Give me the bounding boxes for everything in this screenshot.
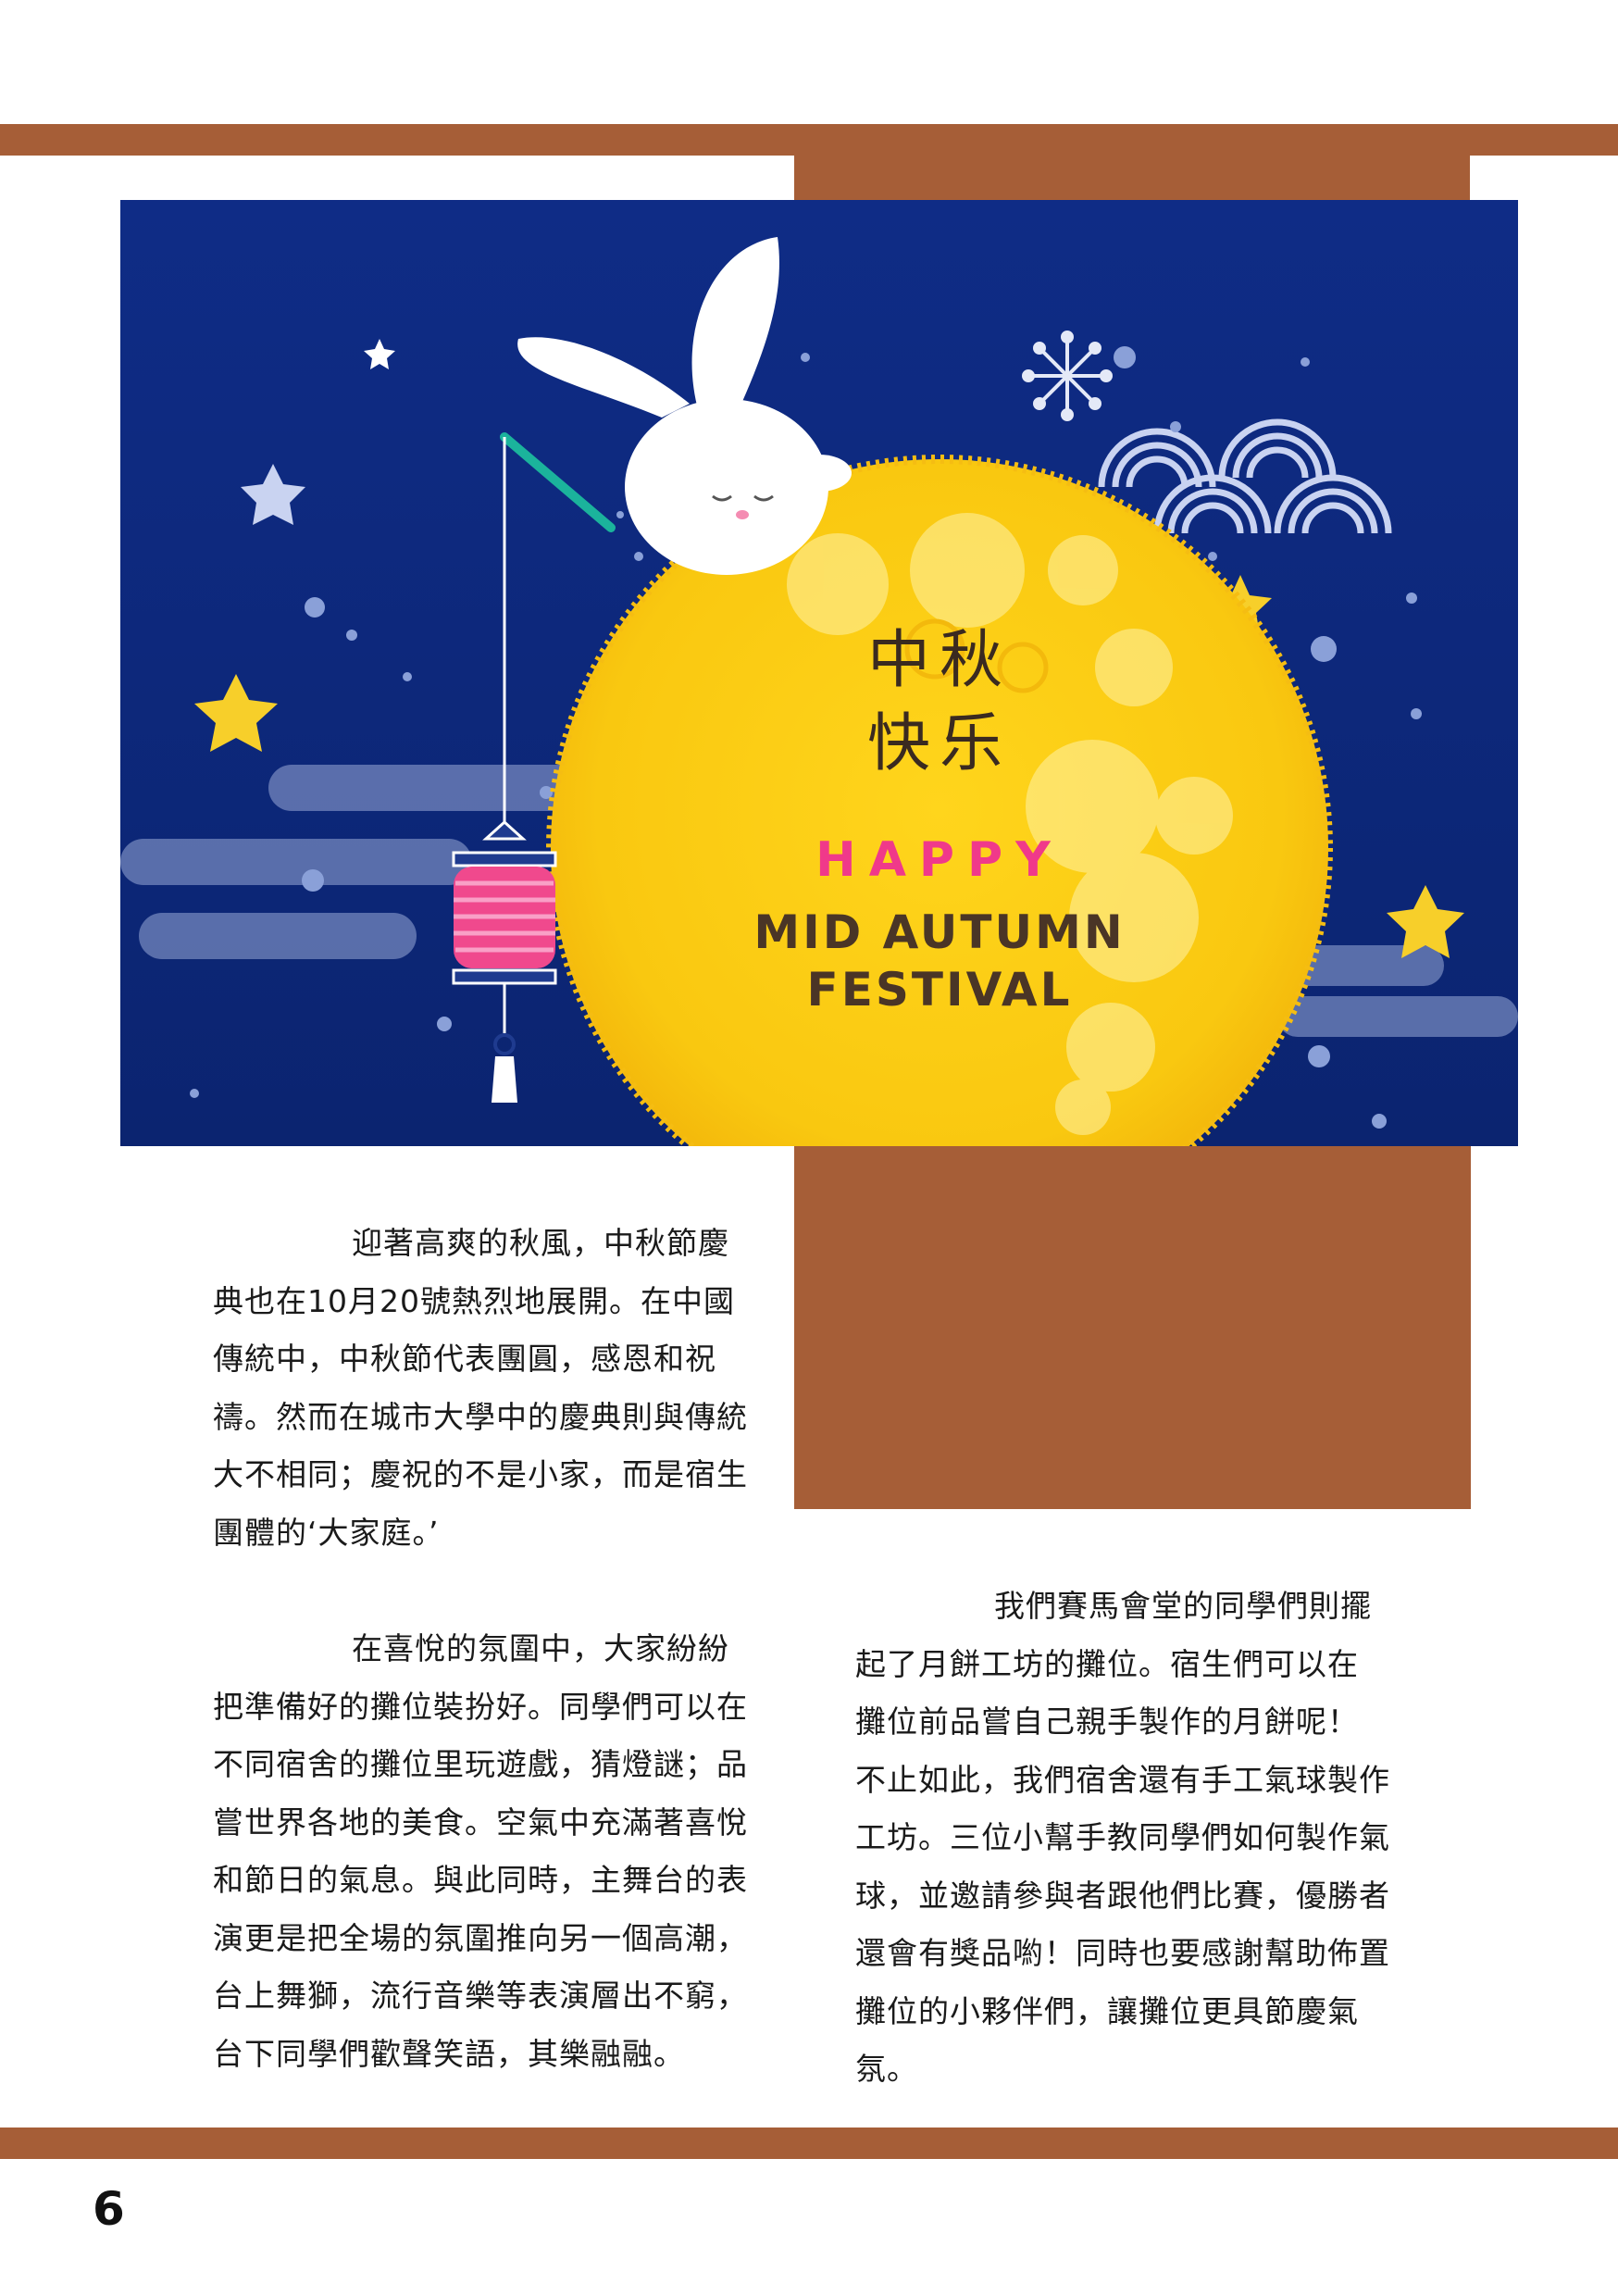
bottom-accent-band [0,2128,1618,2159]
middle-accent-block [794,1146,1471,1509]
article-paragraph-3: 我們賽馬會堂的同學們則擺 起了月餅工坊的攤位。宿生們可以在 攤位前品嘗自己親手製… [855,1578,1429,2099]
top-accent-band [0,124,1618,156]
banner-chinese-line-2: 快乐 [867,707,1012,780]
paragraph-line: 攤位的小夥伴們，讓攤位更具節慶氣 [855,1992,1359,2029]
page-number: 6 [93,2182,125,2236]
article-paragraph-2: 在喜悅的氛圍中，大家紛紛 把準備好的攤位裝扮好。同學們可以在 不同宿舍的攤位里玩… [213,1620,768,2083]
article-paragraph-1: 迎著高爽的秋風，中秋節慶 典也在10月20號熱烈地展開。在中國 傳統中，中秋節代… [213,1215,768,1562]
paragraph-line: 團體的‘大家庭。’ [213,1514,440,1551]
paragraph-line: 我們賽馬會堂的同學們則擺 [994,1588,1372,1624]
paragraph-line: 禱。然而在城市大學中的慶典則與傳統 [213,1398,748,1435]
paragraph-line: 球，並邀請參與者跟他們比賽，優勝者 [855,1877,1390,1914]
paragraph-line: 工坊。三位小幫手教同學們如何製作氣 [855,1819,1390,1855]
paragraph-line: 氛。 [855,2051,918,2087]
paragraph-line: 演更是把全場的氛圍推向另一個高潮， [213,1919,748,1956]
paragraph-line: 把準備好的攤位裝扮好。同學們可以在 [213,1688,748,1725]
paragraph-line: 傳統中，中秋節代表團圓，感恩和祝 [213,1341,716,1377]
paragraph-line: 嘗世界各地的美食。空氣中充滿著喜悅 [213,1803,748,1841]
banner-happy: HAPPY [815,832,1064,888]
paragraph-line: 大不相同；慶祝的不是小家，而是宿生 [213,1456,748,1492]
banner-title-line-1: MID AUTUMN [753,905,1125,959]
paragraph-line: 還會有獎品喲！同時也要感謝幫助佈置 [855,1935,1390,1971]
banner-chinese-line-1: 中秋 [867,624,1012,697]
paragraph-line: 不止如此，我們宿舍還有手工氣球製作 [855,1761,1390,1798]
banner-title-line-2: FESTIVAL [807,963,1073,1017]
paragraph-line: 迎著高爽的秋風，中秋節慶 [352,1225,729,1261]
paragraph-line: 台上舞獅，流行音樂等表演層出不窮， [213,1978,748,2014]
snowflake-icon [1022,331,1113,421]
mid-autumn-banner-illustration: 中秋 快乐 HAPPY MID AUTUMN FESTIVAL [120,200,1518,1146]
paragraph-line: 和節日的氣息。與此同時，主舞台的表 [213,1862,748,1898]
paragraph-line: 起了月餅工坊的攤位。宿生們可以在 [855,1645,1359,1682]
paragraph-line: 台下同學們歡聲笑語，其樂融融。 [213,2035,685,2072]
paragraph-line: 不同宿舍的攤位里玩遊戲，猜燈謎；品 [213,1746,748,1782]
paragraph-line: 典也在10月20號熱烈地展開。在中國 [213,1282,735,1319]
paragraph-line: 攤位前品嘗自己親手製作的月餅呢！ [855,1703,1359,1740]
paragraph-line: 在喜悅的氛圍中，大家紛紛 [352,1630,729,1666]
